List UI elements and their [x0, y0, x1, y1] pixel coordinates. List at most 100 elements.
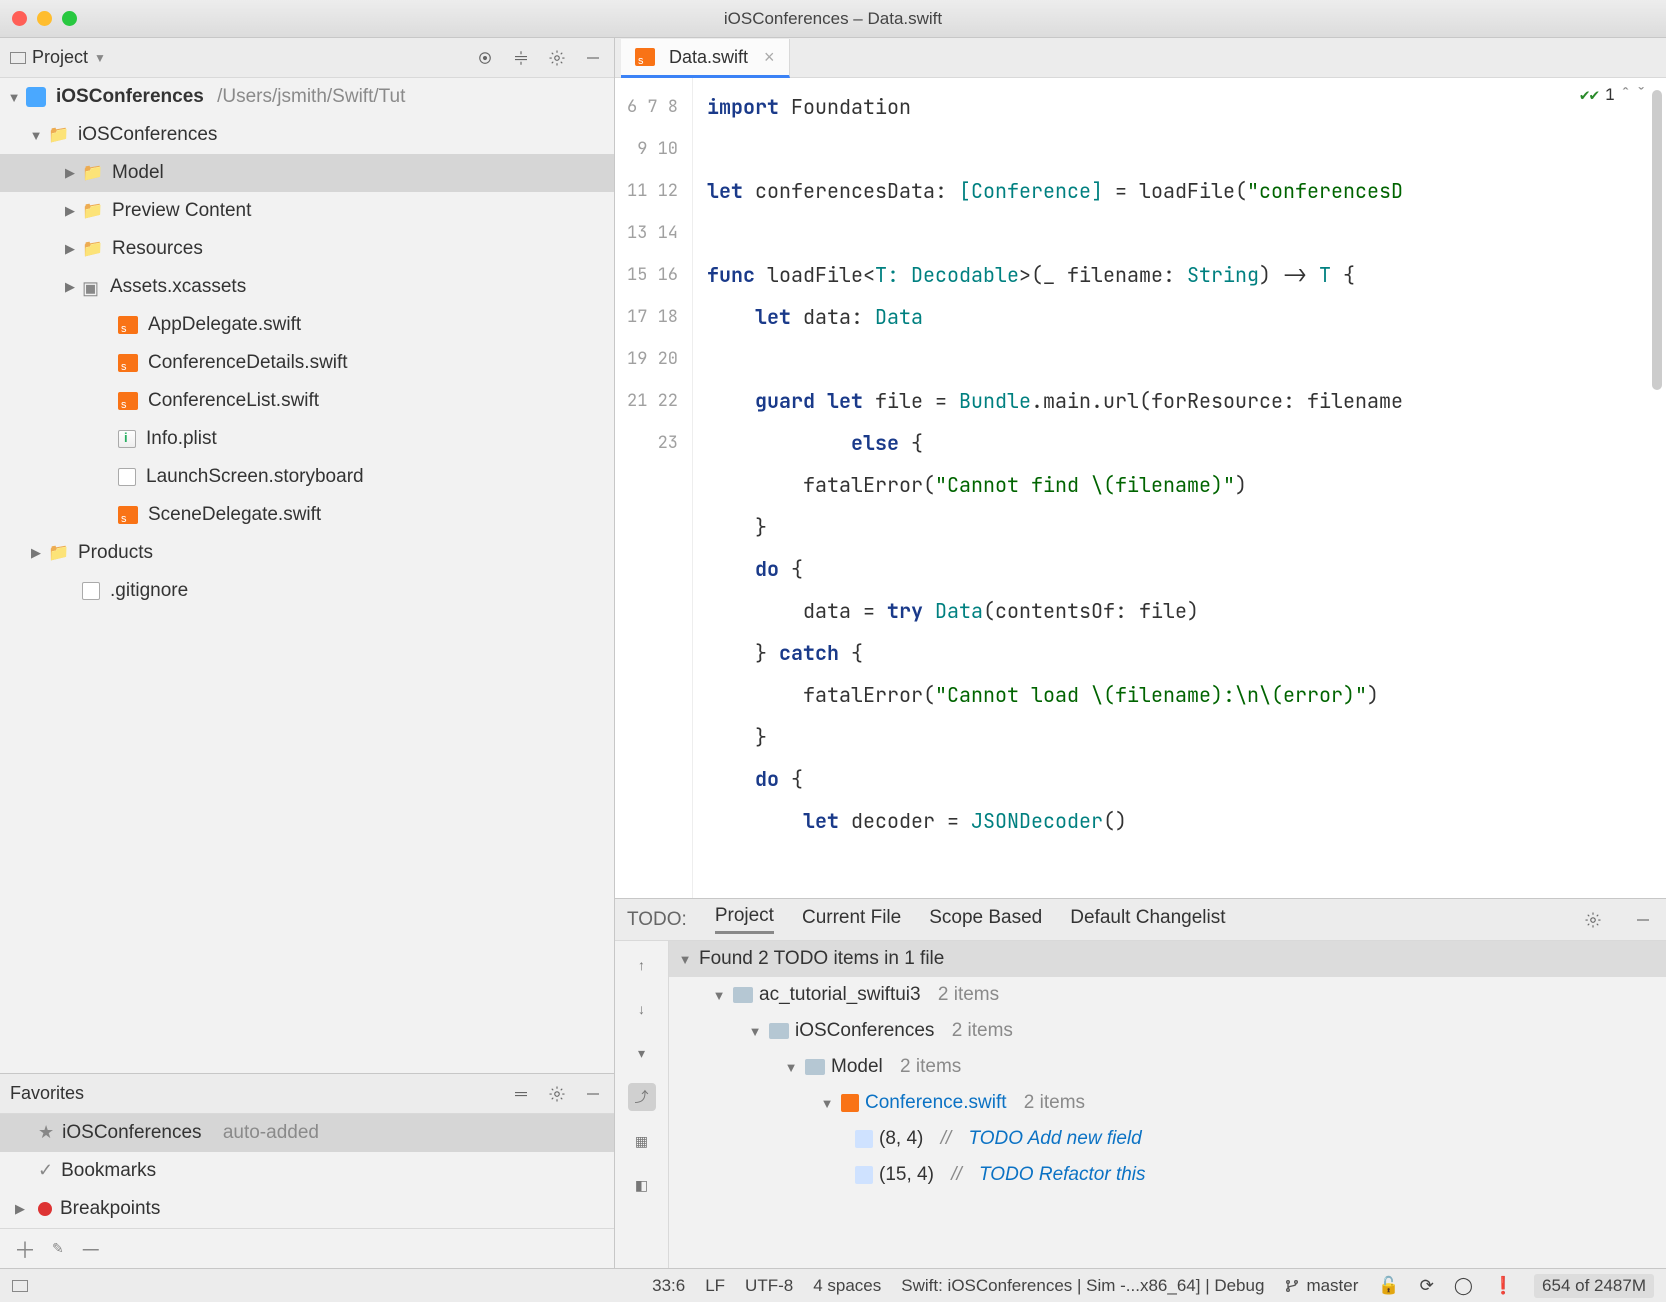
- todo-module-row[interactable]: ac_tutorial_swiftui3 2 items: [669, 977, 1666, 1013]
- tree-label: ConferenceDetails.swift: [148, 352, 348, 374]
- add-favorite-button[interactable]: ＋: [14, 1233, 36, 1265]
- close-tab-icon[interactable]: [764, 47, 775, 68]
- next-highlight-icon[interactable]: ˇ: [1636, 84, 1646, 105]
- expand-toggle-icon[interactable]: [819, 1096, 835, 1111]
- editor-tab-bar: Data.swift: [615, 38, 1666, 78]
- editor-code-area[interactable]: import Foundation let conferencesData: […: [693, 78, 1666, 898]
- swift-file-icon: [118, 316, 138, 334]
- caret-position[interactable]: 33:6: [652, 1276, 685, 1296]
- file-encoding[interactable]: UTF-8: [745, 1276, 793, 1296]
- todo-item-row[interactable]: (15, 4) // TODO Refactor this: [669, 1157, 1666, 1193]
- favorite-label: Breakpoints: [60, 1198, 160, 1220]
- todo-summary-row[interactable]: Found 2 TODO items in 1 file: [669, 941, 1666, 977]
- todo-tree[interactable]: Found 2 TODO items in 1 file ac_tutorial…: [669, 941, 1666, 1268]
- arrow-up-icon[interactable]: ↑: [628, 951, 656, 979]
- todo-tab-current[interactable]: Current File: [802, 907, 901, 933]
- arrow-down-icon[interactable]: ↓: [628, 995, 656, 1023]
- editor-gutter[interactable]: 6 7 8 9 10 11 12 13 14 15 16 17 18 19 20…: [615, 78, 693, 898]
- lock-icon[interactable]: 🔓: [1378, 1276, 1399, 1296]
- generic-file-icon: [82, 582, 100, 600]
- remove-favorite-button[interactable]: －: [80, 1233, 102, 1265]
- file-row-gitignore[interactable]: .gitignore: [0, 572, 614, 610]
- expand-toggle-icon[interactable]: [62, 203, 78, 219]
- indent-settings[interactable]: 4 spaces: [813, 1276, 881, 1296]
- expand-toggle-icon[interactable]: [10, 1201, 30, 1217]
- favorite-row-bookmarks[interactable]: Bookmarks: [0, 1152, 614, 1190]
- file-row-appdelegate[interactable]: AppDelegate.swift: [0, 306, 614, 344]
- notifications-icon[interactable]: ❗: [1493, 1276, 1514, 1296]
- expand-toggle-icon[interactable]: [62, 241, 78, 257]
- todo-item-row[interactable]: (8, 4) // TODO Add new field: [669, 1121, 1666, 1157]
- collapse-all-icon[interactable]: [510, 47, 532, 69]
- expand-toggle-icon[interactable]: [747, 1024, 763, 1039]
- gear-icon[interactable]: [1582, 909, 1604, 931]
- editor-inspection-widget[interactable]: ✔✔ 1 ˆ ˇ: [1580, 84, 1646, 105]
- favorite-row-iosconferences[interactable]: iOSConferences auto-added: [0, 1114, 614, 1152]
- todo-file-row[interactable]: Conference.swift 2 items: [669, 1085, 1666, 1121]
- folder-row-model[interactable]: Model: [0, 154, 614, 192]
- folder-row-iosconferences[interactable]: iOSConferences: [0, 116, 614, 154]
- group-icon[interactable]: ▦: [628, 1127, 656, 1155]
- collapse-all-icon[interactable]: [510, 1083, 532, 1105]
- todo-tab-changelist[interactable]: Default Changelist: [1070, 907, 1225, 933]
- file-row-infoplist[interactable]: Info.plist: [0, 420, 614, 458]
- run-config[interactable]: Swift: iOSConferences | Sim -...x86_64] …: [901, 1276, 1264, 1296]
- expand-toggle-icon[interactable]: [711, 988, 727, 1003]
- expand-toggle-icon[interactable]: [62, 165, 78, 181]
- preview-icon[interactable]: ◧: [628, 1171, 656, 1199]
- todo-tab-project[interactable]: Project: [715, 905, 774, 934]
- favorite-suffix: auto-added: [223, 1122, 319, 1144]
- gear-icon[interactable]: [546, 47, 568, 69]
- hide-panel-icon[interactable]: [1632, 909, 1654, 931]
- project-panel-title[interactable]: Project ▼: [10, 47, 466, 68]
- favorite-label: iOSConferences: [62, 1122, 201, 1144]
- traffic-minimize-button[interactable]: [37, 11, 52, 26]
- prev-highlight-icon[interactable]: ˆ: [1621, 84, 1631, 105]
- vcs-branch[interactable]: master: [1284, 1276, 1358, 1296]
- expand-toggle-icon[interactable]: [28, 128, 44, 143]
- todo-folder-row[interactable]: Model 2 items: [669, 1049, 1666, 1085]
- tool-windows-toggle[interactable]: [12, 1280, 28, 1292]
- project-tree[interactable]: iOSConferences /Users/jsmith/Swift/Tut i…: [0, 78, 614, 1073]
- file-row-conferencelist[interactable]: ConferenceList.swift: [0, 382, 614, 420]
- locate-icon[interactable]: [474, 47, 496, 69]
- autoscroll-icon[interactable]: ⤴: [628, 1083, 656, 1111]
- hide-panel-icon[interactable]: [582, 1083, 604, 1105]
- folder-row-preview-content[interactable]: Preview Content: [0, 192, 614, 230]
- folder-row-resources[interactable]: Resources: [0, 230, 614, 268]
- editor-tab-data-swift[interactable]: Data.swift: [621, 39, 790, 78]
- expand-toggle-icon[interactable]: [6, 90, 22, 105]
- project-root-row[interactable]: iOSConferences /Users/jsmith/Swift/Tut: [0, 78, 614, 116]
- hide-panel-icon[interactable]: [582, 47, 604, 69]
- tree-label: AppDelegate.swift: [148, 314, 301, 336]
- memory-indicator[interactable]: 654 of 2487M: [1534, 1274, 1654, 1298]
- expand-toggle-icon[interactable]: [62, 279, 78, 295]
- gear-icon[interactable]: [546, 1083, 568, 1105]
- tree-label: Products: [78, 542, 153, 564]
- expand-toggle-icon[interactable]: [28, 545, 44, 561]
- traffic-close-button[interactable]: [12, 11, 27, 26]
- storyboard-file-icon: [118, 468, 136, 486]
- favorite-row-breakpoints[interactable]: Breakpoints: [0, 1190, 614, 1228]
- chat-icon[interactable]: ◯: [1454, 1276, 1473, 1296]
- code-editor[interactable]: 6 7 8 9 10 11 12 13 14 15 16 17 18 19 20…: [615, 78, 1666, 898]
- expand-toggle-icon[interactable]: [677, 952, 693, 967]
- folder-row-assets[interactable]: Assets.xcassets: [0, 268, 614, 306]
- file-row-conferencedetails[interactable]: ConferenceDetails.swift: [0, 344, 614, 382]
- expand-toggle-icon[interactable]: [783, 1060, 799, 1075]
- todo-node-count: 2 items: [938, 984, 999, 1006]
- todo-tab-scope[interactable]: Scope Based: [929, 907, 1042, 933]
- edit-favorite-button[interactable]: ✎: [52, 1240, 64, 1257]
- line-separator[interactable]: LF: [705, 1276, 725, 1296]
- todo-file-name: Conference.swift: [865, 1092, 1007, 1114]
- filter-icon[interactable]: ▾: [628, 1039, 656, 1067]
- vertical-scrollbar[interactable]: [1652, 90, 1662, 390]
- tree-label: .gitignore: [110, 580, 188, 602]
- folder-row-products[interactable]: Products: [0, 534, 614, 572]
- todo-project-row[interactable]: iOSConferences 2 items: [669, 1013, 1666, 1049]
- file-row-launchscreen[interactable]: LaunchScreen.storyboard: [0, 458, 614, 496]
- file-row-scenedelegate[interactable]: SceneDelegate.swift: [0, 496, 614, 534]
- traffic-zoom-button[interactable]: [62, 11, 77, 26]
- inspection-count: 1: [1605, 84, 1615, 105]
- sync-icon[interactable]: ⟳: [1420, 1276, 1434, 1296]
